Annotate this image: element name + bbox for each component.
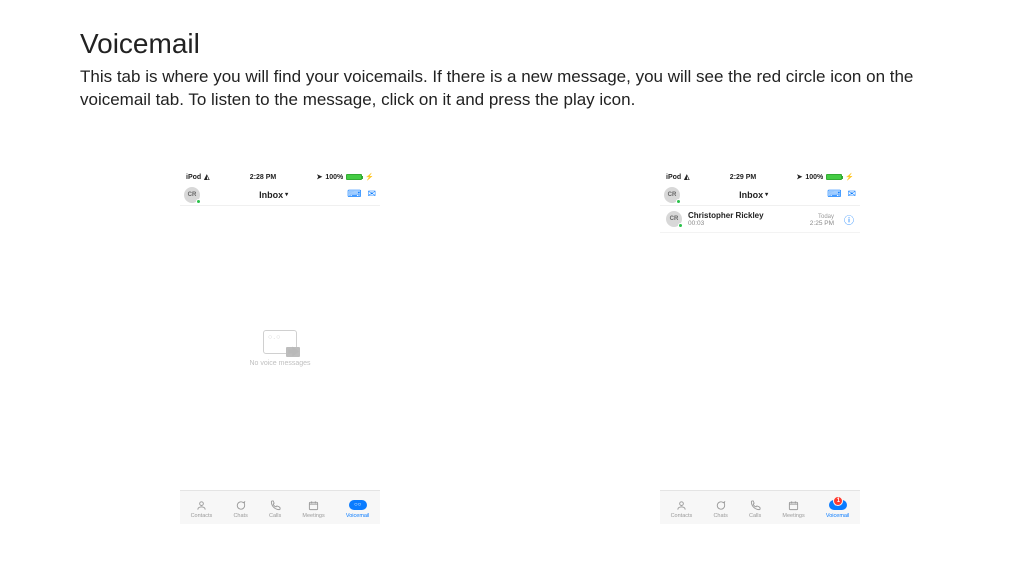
tab-calls[interactable]: Calls xyxy=(269,499,281,519)
location-icon: ➤ xyxy=(317,173,323,181)
message-duration: 00:03 xyxy=(688,220,704,227)
inbox-dropdown[interactable]: Inbox ▾ xyxy=(739,190,768,200)
page-description: This tab is where you will find your voi… xyxy=(80,66,960,112)
dialpad-icon[interactable]: ⌨ xyxy=(347,189,361,200)
avatar-initials: CR xyxy=(668,192,677,198)
chevron-down-icon: ▾ xyxy=(285,191,288,198)
battery-label: 100% xyxy=(805,174,823,181)
clock-label: 2:29 PM xyxy=(730,174,756,181)
battery-icon xyxy=(826,174,842,180)
caller-name: Christopher Rickley xyxy=(688,211,764,220)
greeting-icon[interactable]: ✉ xyxy=(848,189,856,200)
chat-icon xyxy=(715,499,726,512)
inbox-dropdown[interactable]: Inbox ▾ xyxy=(259,190,288,200)
tab-chats[interactable]: Chats xyxy=(713,499,727,519)
tab-contacts[interactable]: Contacts xyxy=(671,499,693,519)
empty-voicemail-icon xyxy=(263,330,297,354)
person-icon xyxy=(196,499,207,512)
carrier-label: iPod xyxy=(186,174,201,181)
tab-label: Chats xyxy=(713,513,727,519)
voicemail-item[interactable]: CR Christopher Rickley Today 00:03 2:25 … xyxy=(660,206,860,233)
battery-icon xyxy=(346,174,362,180)
notification-badge: 1 xyxy=(833,496,843,506)
tab-label: Chats xyxy=(233,513,247,519)
calendar-icon xyxy=(308,499,319,512)
tab-label: Meetings xyxy=(782,513,804,519)
empty-state: No voice messages xyxy=(180,206,380,490)
carrier-label: iPod xyxy=(666,174,681,181)
avatar[interactable]: CR xyxy=(664,187,680,203)
presence-dot-icon xyxy=(676,199,681,204)
tab-label: Calls xyxy=(749,513,761,519)
avatar-initials: CR xyxy=(188,192,197,198)
tab-label: Calls xyxy=(269,513,281,519)
page-title: Voicemail xyxy=(80,28,200,60)
dialpad-icon[interactable]: ⌨ xyxy=(827,189,841,200)
avatar[interactable]: CR xyxy=(184,187,200,203)
avatar-initials: CR xyxy=(670,216,679,222)
tab-voicemail[interactable]: ○○ Voicemail xyxy=(346,499,370,519)
tab-chats[interactable]: Chats xyxy=(233,499,247,519)
tab-label: Contacts xyxy=(191,513,213,519)
avatar: CR xyxy=(666,211,682,227)
location-icon: ➤ xyxy=(797,173,803,181)
wifi-icon: ◭ xyxy=(684,173,689,181)
presence-dot-icon xyxy=(196,199,201,204)
tab-meetings[interactable]: Meetings xyxy=(302,499,324,519)
header-title: Inbox xyxy=(739,190,763,200)
app-header: CR Inbox ▾ ⌨ ✉ xyxy=(660,184,860,206)
phone-icon xyxy=(750,499,761,512)
phone-screenshot-with-message: iPod ◭ 2:29 PM ➤ 100% ⚡ CR Inbox ▾ ⌨ ✉ C… xyxy=(660,170,860,524)
tab-voicemail[interactable]: ○○ 1 Voicemail xyxy=(826,499,850,519)
message-time: 2:25 PM xyxy=(810,220,834,227)
tab-label: Voicemail xyxy=(346,513,370,519)
battery-label: 100% xyxy=(325,174,343,181)
tab-calls[interactable]: Calls xyxy=(749,499,761,519)
tab-label: Voicemail xyxy=(826,513,850,519)
empty-text: No voice messages xyxy=(249,360,310,367)
tab-bar: Contacts Chats Calls Meetings ○○ 1 Voic xyxy=(660,490,860,524)
status-bar: iPod ◭ 2:29 PM ➤ 100% ⚡ xyxy=(660,170,860,184)
status-bar: iPod ◭ 2:28 PM ➤ 100% ⚡ xyxy=(180,170,380,184)
app-header: CR Inbox ▾ ⌨ ✉ xyxy=(180,184,380,206)
chat-icon xyxy=(235,499,246,512)
info-icon[interactable]: ⓘ xyxy=(844,212,854,227)
charging-icon: ⚡ xyxy=(845,173,854,181)
tab-label: Contacts xyxy=(671,513,693,519)
voicemail-icon: ○○ xyxy=(349,499,367,512)
phone-screenshot-empty: iPod ◭ 2:28 PM ➤ 100% ⚡ CR Inbox ▾ ⌨ ✉ N… xyxy=(180,170,380,524)
phone-icon xyxy=(270,499,281,512)
presence-dot-icon xyxy=(678,223,683,228)
person-icon xyxy=(676,499,687,512)
voicemail-list: CR Christopher Rickley Today 00:03 2:25 … xyxy=(660,206,860,490)
tab-bar: Contacts Chats Calls Meetings ○○ Voicema… xyxy=(180,490,380,524)
tab-label: Meetings xyxy=(302,513,324,519)
calendar-icon xyxy=(788,499,799,512)
charging-icon: ⚡ xyxy=(365,173,374,181)
clock-label: 2:28 PM xyxy=(250,174,276,181)
tab-meetings[interactable]: Meetings xyxy=(782,499,804,519)
chevron-down-icon: ▾ xyxy=(765,191,768,198)
tab-contacts[interactable]: Contacts xyxy=(191,499,213,519)
wifi-icon: ◭ xyxy=(204,173,209,181)
header-title: Inbox xyxy=(259,190,283,200)
greeting-icon[interactable]: ✉ xyxy=(368,189,376,200)
